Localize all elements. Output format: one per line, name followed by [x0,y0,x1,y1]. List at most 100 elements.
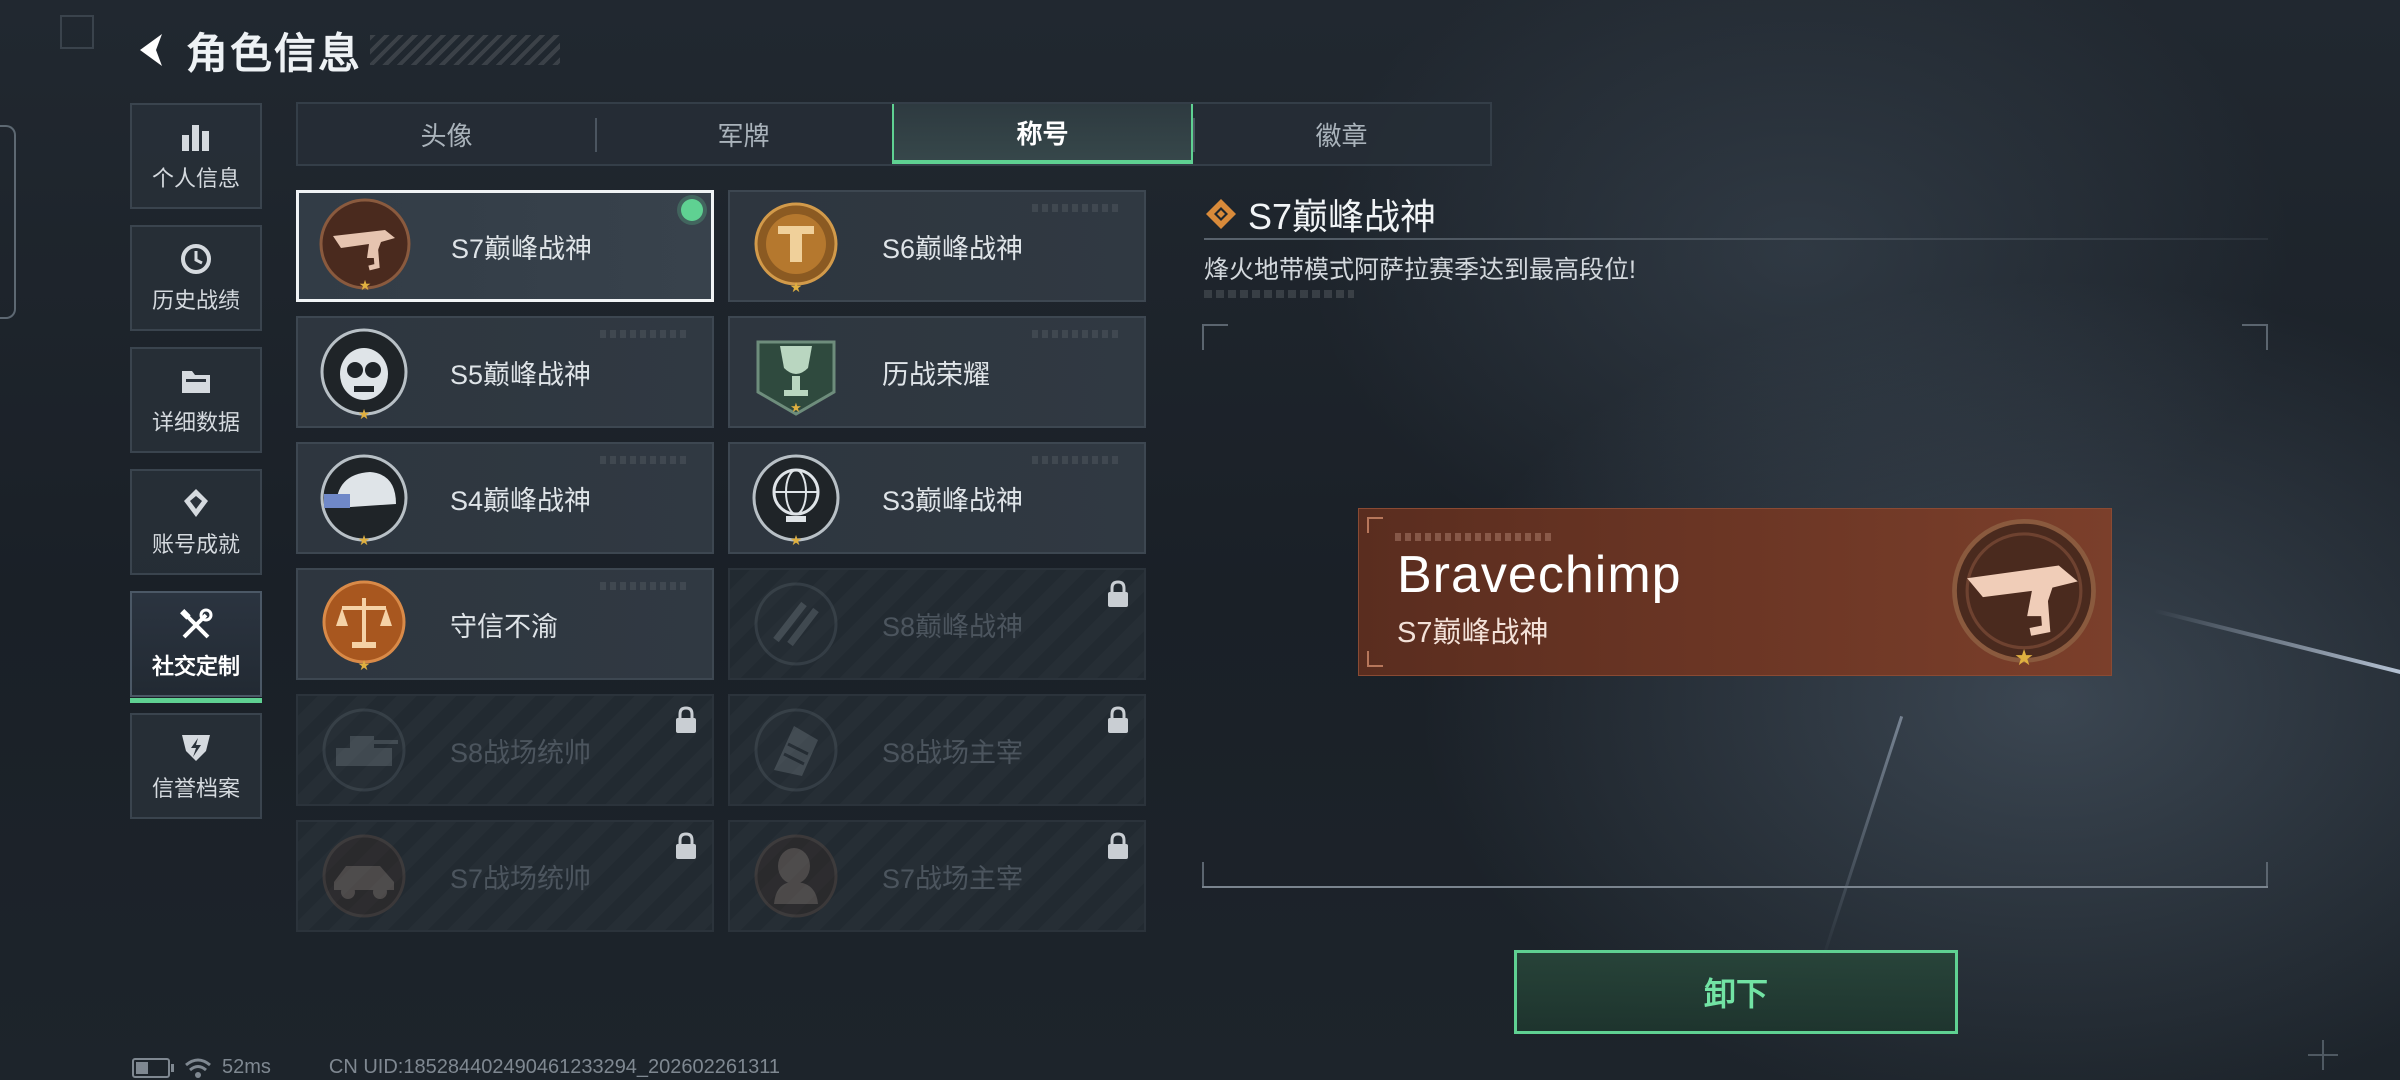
unequip-button[interactable]: 卸下 [1514,950,1958,1034]
description-decoration [1204,290,1354,298]
tab-bar: 头像 军牌 称号 徽章 [296,102,1492,166]
nameplate-code-decoration [1395,533,1555,541]
dark-vehicle-badge-icon [314,826,414,926]
silver-globe-badge-icon: ★ [746,448,846,548]
page-title: 角色信息 [186,29,363,77]
bronze-gun-badge-icon: ★ [315,196,415,296]
gold-emblem-badge-icon: ★ [746,196,846,296]
title-card-s5-peak[interactable]: ★ S5巅峰战神 [296,316,714,428]
lock-icon [676,832,696,859]
dark-slash-badge-icon [746,574,846,674]
lock-icon [1108,580,1128,607]
title-label: S8巅峰战神 [882,611,1024,642]
lock-icon [1108,706,1128,733]
card-decoration [600,330,690,338]
title-label: S7战场统帅 [450,863,592,894]
dark-tank-badge-icon [314,700,414,800]
diamond-icon [1206,199,1236,229]
bronze-scales-badge-icon: ★ [314,574,414,674]
frame-corner [1202,324,1228,350]
title-card-s8-dominator[interactable]: S8战场主宰 [728,694,1146,806]
header: 角色信息 [130,22,561,78]
tab-badge[interactable]: 徽章 [1193,104,1490,164]
lock-icon [676,706,696,733]
tab-avatar[interactable]: 头像 [298,104,595,164]
title-label: S4巅峰战神 [450,485,592,516]
card-decoration [1032,456,1122,464]
lock-icon [1108,832,1128,859]
dark-soldier-badge-icon [746,826,846,926]
side-nav: 个人信息 历史战绩 详细数据 账号成就 社交定制 信誉档案 [130,103,266,835]
nav-label: 个人信息 [151,166,240,191]
nameplate-title: S7巅峰战神 [1397,617,1549,649]
history-icon [181,244,211,274]
title-card-battle-glory[interactable]: ★ 历战荣耀 [728,316,1146,428]
folder-icon [182,371,210,393]
nav-item-profile[interactable]: 个人信息 [130,103,262,209]
back-arrow-icon [140,34,162,66]
svg-text:★: ★ [2014,645,2034,670]
title-card-keep-faith[interactable]: ★ 守信不渝 [296,568,714,680]
back-button[interactable] [130,28,174,72]
user-uid: CN UID:1852844024904612332​94_2026022613… [328,1056,781,1078]
side-drawer-handle[interactable] [0,125,16,319]
shield-lightning-icon [182,735,210,761]
title-label: S8战场统帅 [450,737,592,768]
svg-text:★: ★ [358,532,371,548]
wifi-icon [185,1058,211,1078]
title-card-s8-commander[interactable]: S8战场统帅 [296,694,714,806]
card-decoration [600,582,690,590]
bar-chart-icon [182,125,209,151]
svg-text:★: ★ [790,279,803,295]
nav-label: 详细数据 [151,410,240,435]
dark-building-badge-icon [746,700,846,800]
svg-text:★: ★ [790,400,802,415]
detail-divider [1204,238,2268,240]
screen: 角色信息 个人信息 历史战绩 详细数据 账号成就 社交定制 信誉档案 头像 军牌… [0,0,2400,1080]
nav-item-reputation[interactable]: 信誉档案 [130,713,262,819]
title-card-s7-dominator[interactable]: S7战场主宰 [728,820,1146,932]
nav-item-history[interactable]: 历史战绩 [130,225,262,331]
silver-helmet-badge-icon: ★ [314,448,414,548]
title-label: S7巅峰战神 [451,233,593,264]
equipped-indicator [681,199,703,221]
svg-text:★: ★ [358,406,371,422]
card-decoration [1032,204,1122,212]
title-card-s6-peak[interactable]: ★ S6巅峰战神 [728,190,1146,302]
nameplate-corner [1367,651,1383,667]
title-label: S3巅峰战神 [882,485,1024,516]
detail-description: 烽火地带模式阿萨拉赛季达到最高段位! [1204,256,1636,284]
nav-item-achievements[interactable]: 账号成就 [130,469,262,575]
menu-corner-button[interactable] [60,15,94,49]
title-card-s7-peak[interactable]: ★ S7巅峰战神 [296,190,714,302]
title-grid: ★ S7巅峰战神 ★ S6巅峰战神 ★ S5巅峰战神 ★ 历战荣耀 ★ S4巅峰… [296,190,1146,932]
title-label: 守信不渝 [450,611,558,642]
nav-item-details[interactable]: 详细数据 [130,347,262,453]
card-decoration [600,456,690,464]
title-card-s7-commander[interactable]: S7战场统帅 [296,820,714,932]
achievement-icon [184,489,208,517]
title-card-s3-peak[interactable]: ★ S3巅峰战神 [728,442,1146,554]
nav-item-social-custom[interactable]: 社交定制 [130,591,262,703]
title-card-s4-peak[interactable]: ★ S4巅峰战神 [296,442,714,554]
title-label: S8战场主宰 [882,737,1024,768]
crosshair-decoration [2308,1040,2338,1070]
nav-label: 社交定制 [151,654,240,679]
battery-icon [132,1057,174,1078]
title-label: 历战荣耀 [882,359,990,390]
tab-title[interactable]: 称号 [892,104,1193,164]
status-footer: 52ms CN UID:1852844024904612332​94_20260… [132,1056,780,1079]
title-card-s8-peak[interactable]: S8巅峰战神 [728,568,1146,680]
nav-label: 信誉档案 [151,776,240,801]
silver-skull-badge-icon: ★ [314,322,414,422]
tab-dogtag[interactable]: 军牌 [595,104,892,164]
title-label: S5巅峰战神 [450,359,592,390]
frame-corner [2242,324,2268,350]
nameplate-corner [1367,517,1383,533]
nav-label: 历史战绩 [151,288,240,313]
frame-corner [1202,862,1228,888]
svg-text:★: ★ [358,657,371,673]
green-trophy-badge-icon: ★ [746,322,846,422]
svg-text:★: ★ [359,277,372,293]
svg-text:★: ★ [790,532,803,548]
